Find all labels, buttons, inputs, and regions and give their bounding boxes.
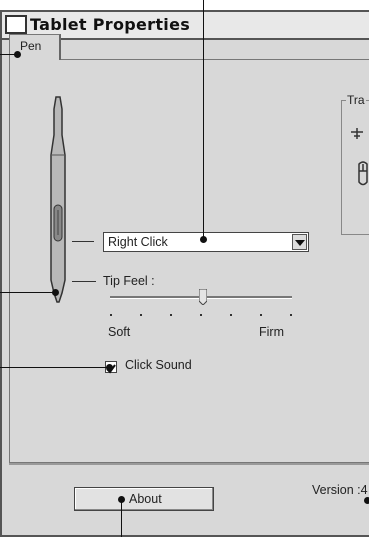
version-label: Version :4 bbox=[312, 483, 368, 497]
pen-icon bbox=[50, 96, 66, 303]
slider-tick bbox=[140, 314, 142, 316]
slider-tick bbox=[200, 314, 202, 316]
tip-feel-soft-label: Soft bbox=[108, 325, 131, 339]
callout-dot-tab bbox=[14, 51, 21, 58]
tip-feel-firm-label: Firm bbox=[259, 325, 284, 339]
callout-dot-version bbox=[364, 497, 369, 504]
slider-ticks bbox=[110, 314, 292, 318]
button-function-dropdown[interactable]: Right Click bbox=[103, 232, 309, 252]
pen-tracking-icon bbox=[351, 128, 363, 139]
tracking-group-label: Tra bbox=[346, 93, 366, 107]
dropdown-arrow-button[interactable] bbox=[292, 234, 307, 250]
slider-tick bbox=[290, 314, 292, 316]
callout-dot-about bbox=[118, 496, 125, 503]
footer-separator bbox=[9, 463, 369, 465]
click-sound-label: Click Sound bbox=[125, 358, 192, 372]
mouse-icon bbox=[358, 161, 368, 186]
callout-line-dropdown bbox=[203, 0, 204, 240]
callout-dot-checkbox bbox=[106, 364, 113, 371]
tab-strip-line bbox=[61, 59, 369, 60]
about-button[interactable]: About bbox=[74, 487, 214, 511]
slider-tick bbox=[170, 314, 172, 316]
slider-thumb-icon[interactable] bbox=[199, 289, 207, 305]
about-button-label: About bbox=[129, 492, 162, 506]
callout-dot-pen-tip bbox=[52, 289, 59, 296]
callout-line-about bbox=[121, 500, 122, 537]
tip-feel-label: Tip Feel : bbox=[103, 274, 155, 288]
slider-tick bbox=[110, 314, 112, 316]
callout-dot-dropdown bbox=[200, 236, 207, 243]
pen-button-leader-line bbox=[72, 241, 94, 242]
window-title: Tablet Properties bbox=[30, 15, 191, 34]
slider-tick bbox=[230, 314, 232, 316]
callout-line-pen-tip bbox=[0, 292, 56, 293]
tip-feel-leader-line bbox=[72, 281, 96, 282]
tab-pen-label: Pen bbox=[20, 39, 42, 53]
slider-tick bbox=[260, 314, 262, 316]
chevron-down-icon bbox=[295, 240, 305, 246]
dropdown-value: Right Click bbox=[108, 235, 168, 249]
callout-line-checkbox bbox=[0, 367, 110, 368]
window-close-box[interactable] bbox=[5, 15, 27, 34]
